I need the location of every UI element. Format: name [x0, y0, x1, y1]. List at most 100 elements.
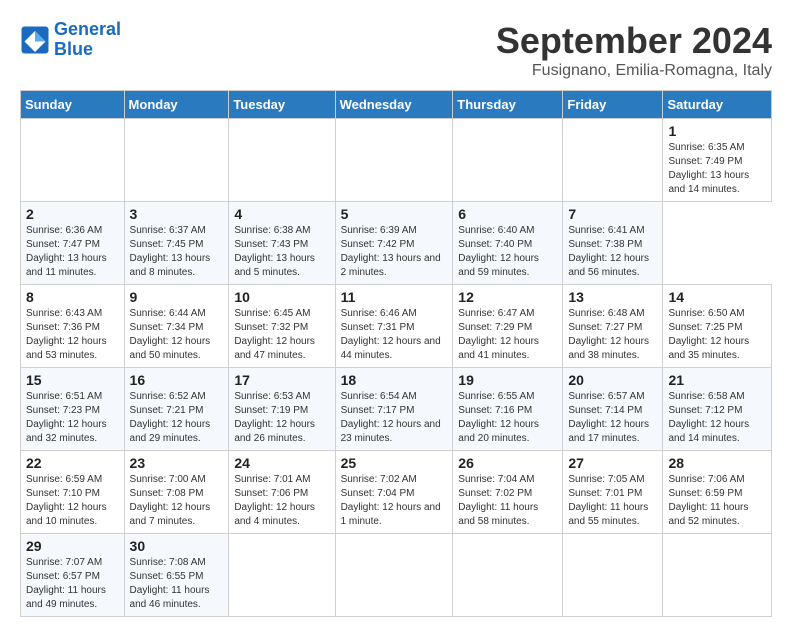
day-info: Sunrise: 7:01 AMSunset: 7:06 PMDaylight:… — [234, 473, 329, 529]
logo: General Blue — [20, 20, 121, 60]
calendar-cell: 6Sunrise: 6:40 AMSunset: 7:40 PMDaylight… — [453, 202, 563, 285]
day-number: 1 — [668, 123, 766, 139]
calendar-cell: 18 Sunrise: 6:54 AMSunset: 7:17 PMDayligh… — [335, 368, 453, 451]
day-info: Sunrise: 6:55 AMSunset: 7:16 PMDaylight:… — [458, 390, 557, 446]
day-info: Sunrise: 6:59 AMSunset: 7:10 PMDaylight:… — [26, 473, 119, 529]
day-info: Sunrise: 7:08 AMSunset: 6:55 PMDaylight:… — [130, 556, 224, 612]
day-info: Sunrise: 6:41 AMSunset: 7:38 PMDaylight:… — [568, 224, 657, 280]
day-number: 7 — [568, 206, 657, 222]
day-number: 14 — [668, 289, 766, 305]
calendar-cell: 12Sunrise: 6:47 AMSunset: 7:29 PMDayligh… — [453, 285, 563, 368]
calendar-cell: 22Sunrise: 6:59 AMSunset: 7:10 PMDayligh… — [21, 451, 125, 534]
empty-cell — [453, 119, 563, 202]
calendar-cell — [335, 534, 453, 617]
day-info: Sunrise: 7:04 AMSunset: 7:02 PMDaylight:… — [458, 473, 557, 529]
week-row-3: 8 Sunrise: 6:43 AMSunset: 7:36 PMDaylight… — [21, 285, 772, 368]
logo-text: General Blue — [54, 20, 121, 60]
day-info: Sunrise: 6:51 AMSunset: 7:23 PMDaylight:… — [26, 390, 119, 446]
calendar-cell: 14Sunrise: 6:50 AMSunset: 7:25 PMDayligh… — [663, 285, 772, 368]
day-info: Sunrise: 6:52 AMSunset: 7:21 PMDaylight:… — [130, 390, 224, 446]
calendar-cell: 19 Sunrise: 6:55 AMSunset: 7:16 PMDayligh… — [453, 368, 563, 451]
day-number: 6 — [458, 206, 557, 222]
calendar-cell: 5 Sunrise: 6:39 AMSunset: 7:42 PMDaylight… — [335, 202, 453, 285]
day-number: 9 — [130, 289, 224, 305]
day-number: 18 — [341, 372, 448, 388]
day-info: Sunrise: 6:35 AMSunset: 7:49 PMDaylight:… — [668, 141, 766, 197]
day-number: 26 — [458, 455, 557, 471]
day-number: 2 — [26, 206, 119, 222]
calendar-cell: 10Sunrise: 6:45 AMSunset: 7:32 PMDayligh… — [229, 285, 335, 368]
calendar-cell — [229, 534, 335, 617]
day-info: Sunrise: 7:02 AMSunset: 7:04 PMDaylight:… — [341, 473, 448, 529]
day-number: 8 — [26, 289, 119, 305]
logo-icon — [20, 25, 50, 55]
day-info: Sunrise: 6:53 AMSunset: 7:19 PMDaylight:… — [234, 390, 329, 446]
calendar-cell: 20 Sunrise: 6:57 AMSunset: 7:14 PMDayligh… — [563, 368, 663, 451]
empty-cell — [124, 119, 229, 202]
day-info: Sunrise: 6:57 AMSunset: 7:14 PMDaylight:… — [568, 390, 657, 446]
day-number: 27 — [568, 455, 657, 471]
days-header-row: SundayMondayTuesdayWednesdayThursdayFrid… — [21, 91, 772, 119]
day-number: 30 — [130, 538, 224, 554]
calendar-cell: 9 Sunrise: 6:44 AMSunset: 7:34 PMDaylight… — [124, 285, 229, 368]
day-number: 5 — [341, 206, 448, 222]
calendar-cell: 8 Sunrise: 6:43 AMSunset: 7:36 PMDaylight… — [21, 285, 125, 368]
day-number: 3 — [130, 206, 224, 222]
calendar-cell: 25 Sunrise: 7:02 AMSunset: 7:04 PMDayligh… — [335, 451, 453, 534]
day-header-monday: Monday — [124, 91, 229, 119]
day-number: 17 — [234, 372, 329, 388]
location-title: Fusignano, Emilia-Romagna, Italy — [496, 62, 772, 80]
month-title: September 2024 — [496, 20, 772, 62]
day-info: Sunrise: 6:54 AMSunset: 7:17 PMDaylight:… — [341, 390, 448, 446]
calendar-cell: 15 Sunrise: 6:51 AMSunset: 7:23 PMDayligh… — [21, 368, 125, 451]
day-info: Sunrise: 6:46 AMSunset: 7:31 PMDaylight:… — [341, 307, 448, 363]
calendar-cell — [663, 534, 772, 617]
day-info: Sunrise: 6:38 AMSunset: 7:43 PMDaylight:… — [234, 224, 329, 280]
calendar-cell: 13 Sunrise: 6:48 AMSunset: 7:27 PMDayligh… — [563, 285, 663, 368]
empty-cell — [563, 119, 663, 202]
empty-cell — [335, 119, 453, 202]
day-header-saturday: Saturday — [663, 91, 772, 119]
day-info: Sunrise: 6:43 AMSunset: 7:36 PMDaylight:… — [26, 307, 119, 363]
day-number: 25 — [341, 455, 448, 471]
day-info: Sunrise: 6:58 AMSunset: 7:12 PMDaylight:… — [668, 390, 766, 446]
week-row-1: 1 Sunrise: 6:35 AMSunset: 7:49 PMDaylight… — [21, 119, 772, 202]
week-row-5: 22Sunrise: 6:59 AMSunset: 7:10 PMDayligh… — [21, 451, 772, 534]
calendar-cell: 16Sunrise: 6:52 AMSunset: 7:21 PMDayligh… — [124, 368, 229, 451]
day-number: 21 — [668, 372, 766, 388]
day-number: 24 — [234, 455, 329, 471]
calendar-cell: 24 Sunrise: 7:01 AMSunset: 7:06 PMDayligh… — [229, 451, 335, 534]
calendar-cell — [563, 534, 663, 617]
title-block: September 2024 Fusignano, Emilia-Romagna… — [496, 20, 772, 80]
day-info: Sunrise: 6:45 AMSunset: 7:32 PMDaylight:… — [234, 307, 329, 363]
calendar-cell: 4Sunrise: 6:38 AMSunset: 7:43 PMDaylight… — [229, 202, 335, 285]
day-number: 19 — [458, 372, 557, 388]
calendar-cell: 29Sunrise: 7:07 AMSunset: 6:57 PMDayligh… — [21, 534, 125, 617]
day-number: 29 — [26, 538, 119, 554]
day-header-tuesday: Tuesday — [229, 91, 335, 119]
day-header-wednesday: Wednesday — [335, 91, 453, 119]
day-number: 20 — [568, 372, 657, 388]
day-number: 11 — [341, 289, 448, 305]
day-info: Sunrise: 6:39 AMSunset: 7:42 PMDaylight:… — [341, 224, 448, 280]
calendar-cell: 7 Sunrise: 6:41 AMSunset: 7:38 PMDaylight… — [563, 202, 663, 285]
day-info: Sunrise: 6:48 AMSunset: 7:27 PMDaylight:… — [568, 307, 657, 363]
calendar-cell: 26 Sunrise: 7:04 AMSunset: 7:02 PMDayligh… — [453, 451, 563, 534]
calendar-cell: 2Sunrise: 6:36 AMSunset: 7:47 PMDaylight… — [21, 202, 125, 285]
day-info: Sunrise: 6:44 AMSunset: 7:34 PMDaylight:… — [130, 307, 224, 363]
day-number: 12 — [458, 289, 557, 305]
calendar-cell: 27Sunrise: 7:05 AMSunset: 7:01 PMDayligh… — [563, 451, 663, 534]
empty-cell — [229, 119, 335, 202]
day-info: Sunrise: 7:00 AMSunset: 7:08 PMDaylight:… — [130, 473, 224, 529]
calendar-table: SundayMondayTuesdayWednesdayThursdayFrid… — [20, 90, 772, 617]
week-row-4: 15 Sunrise: 6:51 AMSunset: 7:23 PMDayligh… — [21, 368, 772, 451]
day-number: 28 — [668, 455, 766, 471]
calendar-cell: 1 Sunrise: 6:35 AMSunset: 7:49 PMDaylight… — [663, 119, 772, 202]
calendar-cell: 11 Sunrise: 6:46 AMSunset: 7:31 PMDayligh… — [335, 285, 453, 368]
day-header-sunday: Sunday — [21, 91, 125, 119]
calendar-cell: 3Sunrise: 6:37 AMSunset: 7:45 PMDaylight… — [124, 202, 229, 285]
day-number: 23 — [130, 455, 224, 471]
calendar-cell: 28Sunrise: 7:06 AMSunset: 6:59 PMDayligh… — [663, 451, 772, 534]
day-number: 15 — [26, 372, 119, 388]
day-number: 13 — [568, 289, 657, 305]
